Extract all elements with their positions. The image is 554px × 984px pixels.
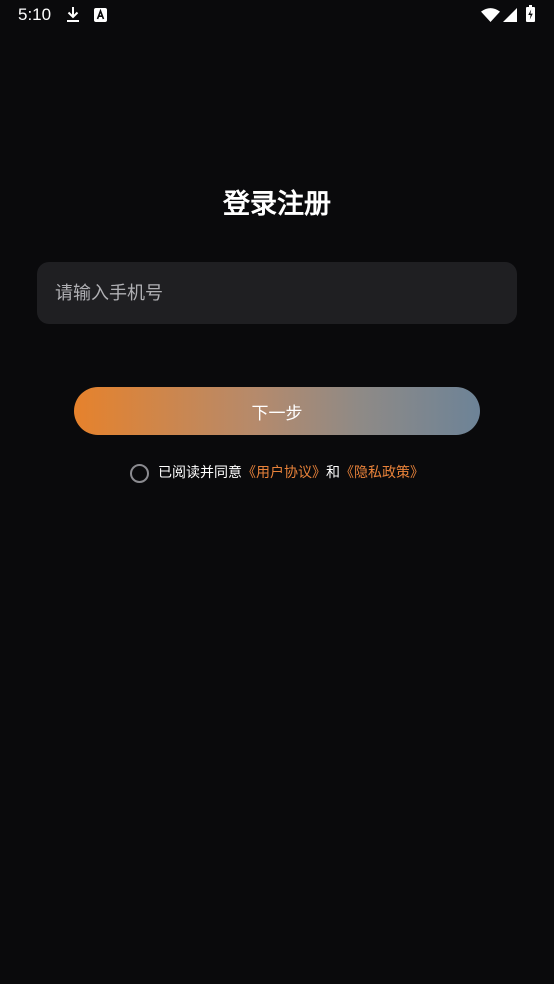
user-agreement-link[interactable]: 《用户协议》	[242, 460, 326, 486]
phone-input[interactable]	[37, 262, 517, 324]
agreement-row: 已阅读并同意 《用户协议》 和 《隐私政策》	[0, 460, 554, 486]
wifi-icon	[481, 8, 500, 22]
agreement-checkbox[interactable]	[130, 463, 149, 483]
page-title: 登录注册	[223, 189, 331, 220]
a-notification-icon	[94, 8, 107, 22]
next-button[interactable]: 下一步	[74, 387, 480, 435]
agreement-prefix: 已阅读并同意	[158, 465, 242, 481]
next-button-label: 下一步	[251, 403, 303, 424]
signal-icon	[503, 8, 517, 22]
status-time: 5:10	[18, 5, 52, 24]
download-icon	[67, 7, 79, 22]
battery-icon	[526, 5, 535, 22]
phone-field[interactable]	[37, 262, 517, 324]
privacy-policy-link[interactable]: 《隐私政策》	[340, 460, 424, 486]
status-bar: 5:10	[0, 0, 554, 30]
agreement-and: 和	[326, 465, 340, 481]
